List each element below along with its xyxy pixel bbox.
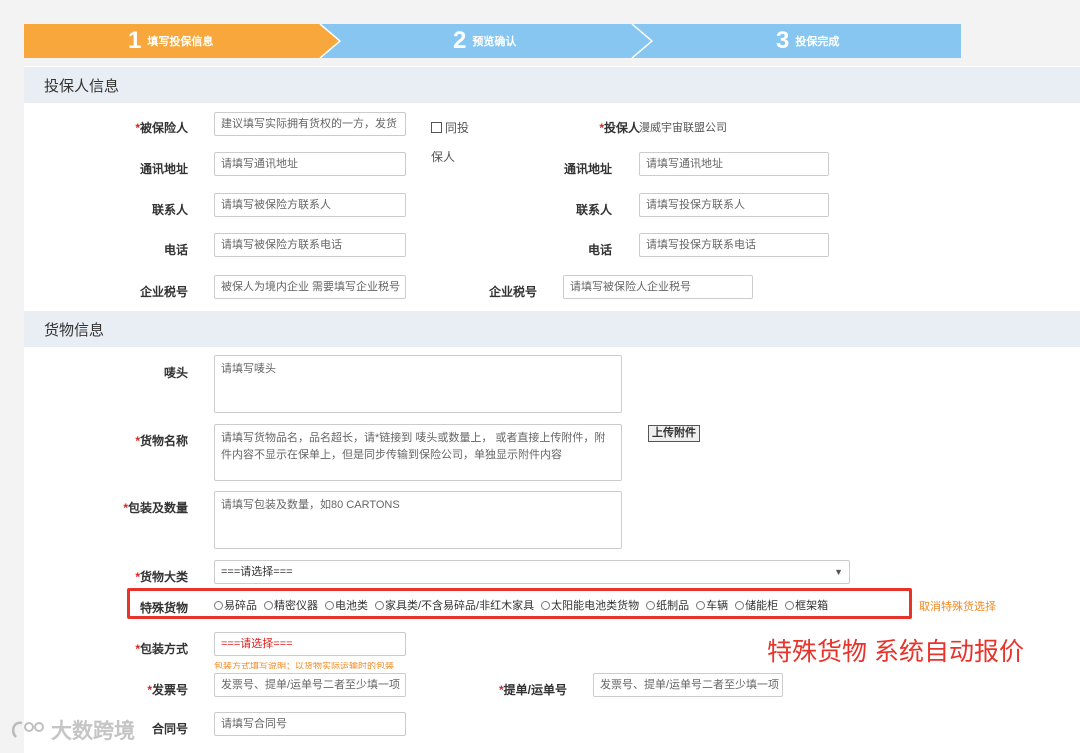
checkbox-icon[interactable]: [431, 122, 442, 133]
special-option[interactable]: 纸制品: [646, 597, 689, 613]
holder-contact-input[interactable]: 请填写投保方联系人: [639, 193, 829, 217]
step-3-label: 投保完成: [795, 36, 840, 48]
contact-label: 联系人: [151, 203, 188, 217]
step-2-number: 2: [453, 27, 467, 54]
phone-label: 电话: [163, 243, 188, 257]
step-1-label: 填写投保信息: [147, 36, 214, 48]
tax-input[interactable]: 被保人为境内企业 需要填写企业税号: [214, 275, 406, 299]
invoice-label: *发票号: [147, 683, 188, 697]
same-as-holder-label-cont: 保人: [431, 150, 456, 164]
step-1: 1 填写投保信息: [128, 24, 213, 58]
step-1-number: 1: [128, 27, 142, 54]
step-3: 3 投保完成: [776, 24, 839, 58]
cargo-section-title: 货物信息: [44, 321, 105, 339]
watermark-text: 大数跨境: [51, 720, 135, 743]
radio-icon[interactable]: [646, 600, 656, 610]
invoice-input[interactable]: 发票号、提单/运单号二者至少填一项: [214, 673, 406, 697]
holder-phone-label: 电话: [587, 243, 612, 257]
goods-name-label: *货物名称: [135, 434, 188, 448]
pack-method-label: *包装方式: [135, 642, 188, 656]
category-select-value: ===请选择===: [221, 566, 293, 578]
contact-input[interactable]: 请填写被保险方联系人: [214, 193, 406, 217]
holder-tax-label: 企业税号: [488, 285, 537, 299]
bill-of-lading-label: *提单/运单号: [498, 683, 567, 697]
policyholder-section-header: 投保人信息: [24, 67, 1080, 103]
category-label: *货物大类: [135, 570, 188, 584]
goods-name-textarea[interactable]: 请填写货物品名，品名超长，请*链接到 唛头或数量上， 或者直接上传附件，附件内容…: [214, 424, 622, 481]
insured-input[interactable]: 建议填写实际拥有货权的一方，发货: [214, 112, 406, 136]
same-as-holder-checkbox[interactable]: 同投: [431, 119, 469, 136]
holder-contact-label: 联系人: [575, 203, 612, 217]
holder-tax-input[interactable]: 请填写被保险人企业税号: [563, 275, 753, 299]
insured-label: *被保险人: [135, 121, 188, 135]
radio-icon[interactable]: [696, 600, 706, 610]
upload-attachment-button[interactable]: 上传附件: [648, 425, 700, 442]
special-option[interactable]: 框架箱: [785, 597, 828, 613]
holder-address-input[interactable]: 请填写通讯地址: [639, 152, 829, 176]
chevron-down-icon: ▼: [834, 567, 843, 577]
policyholder-section-title: 投保人信息: [44, 77, 120, 95]
step-2: 2 预览确认: [453, 24, 516, 58]
packing-label: *包装及数量: [123, 501, 188, 515]
holder-label: *投保人: [599, 121, 640, 135]
radio-icon[interactable]: [375, 600, 384, 610]
holder-phone-input[interactable]: 请填写投保方联系电话: [639, 233, 829, 257]
special-option[interactable]: 精密仪器: [264, 597, 318, 613]
address-label: 通讯地址: [139, 162, 188, 176]
radio-icon[interactable]: [541, 600, 551, 610]
annotation-text: 特殊货物 系统自动报价: [767, 638, 1024, 666]
packing-textarea[interactable]: 请填写包装及数量，如80 CARTONS: [214, 491, 622, 549]
tax-label: 企业税号: [139, 285, 188, 299]
special-goods-options: 易碎品 精密仪器 电池类 家具类/不含易碎品/非红木家具 太阳能电池类货物 纸制品 车辆 储能…: [214, 597, 828, 613]
special-option[interactable]: 储能柜: [735, 597, 778, 613]
progress-steps: 1 填写投保信息 2 预览确认 3 投保完成: [24, 24, 961, 58]
watermark-logo-icon: [11, 721, 44, 738]
bill-of-lading-input[interactable]: 发票号、提单/运单号二者至少填一项: [593, 673, 783, 697]
special-option[interactable]: 电池类: [325, 597, 368, 613]
step-3-number: 3: [776, 27, 790, 54]
radio-icon[interactable]: [264, 600, 273, 610]
contract-input[interactable]: 请填写合同号: [214, 712, 406, 736]
radio-icon[interactable]: [785, 600, 795, 610]
radio-icon[interactable]: [325, 600, 334, 610]
holder-value: 漫威宇宙联盟公司: [639, 122, 727, 134]
marks-textarea[interactable]: 请填写唛头: [214, 355, 622, 413]
watermark: 大数跨境: [8, 715, 135, 745]
pack-method-select[interactable]: ===请选择===: [214, 632, 406, 656]
phone-input[interactable]: 请填写被保险方联系电话: [214, 233, 406, 257]
special-option[interactable]: 家具类/不含易碎品/非红木家具: [375, 597, 534, 613]
special-goods-label: 特殊货物: [139, 601, 188, 615]
holder-address-label: 通讯地址: [563, 162, 612, 176]
special-option[interactable]: 车辆: [696, 597, 728, 613]
marks-label: 唛头: [163, 366, 188, 380]
cargo-section-header: 货物信息: [24, 311, 1080, 347]
pack-method-hint: 包装方式填写说明：以货物实际运输时的包装: [214, 662, 395, 669]
address-input[interactable]: 请填写通讯地址: [214, 152, 406, 176]
radio-icon[interactable]: [214, 600, 223, 610]
special-option[interactable]: 易碎品: [214, 597, 257, 613]
category-select[interactable]: ===请选择=== ▼: [214, 560, 850, 584]
special-option[interactable]: 太阳能电池类货物: [541, 597, 639, 613]
step-2-label: 预览确认: [472, 36, 517, 48]
radio-icon[interactable]: [735, 600, 745, 610]
cancel-special-link[interactable]: 取消特殊货选择: [919, 598, 996, 614]
